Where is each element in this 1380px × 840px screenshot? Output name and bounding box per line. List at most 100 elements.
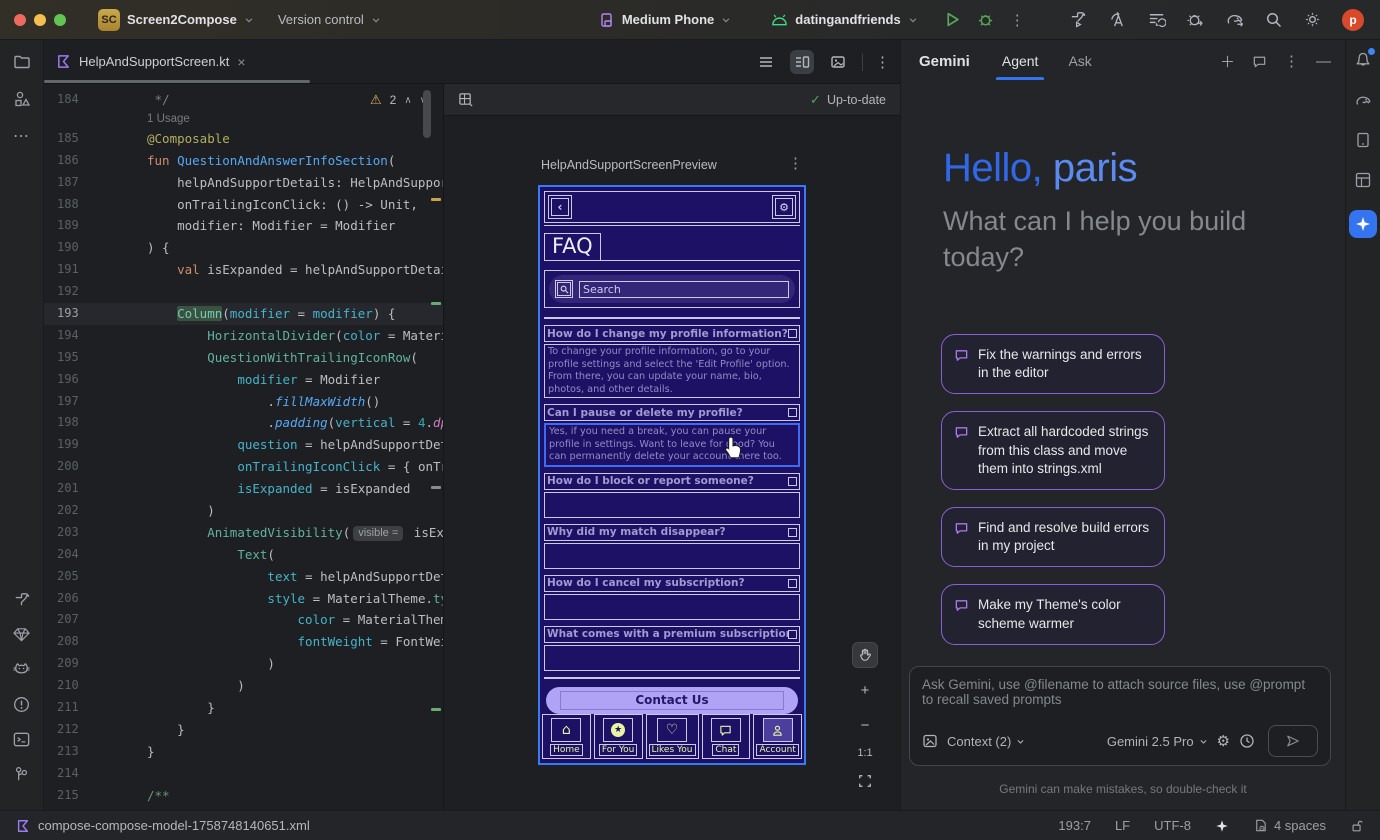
suggestion-card[interactable]: Find and resolve build errors in my proj… <box>941 507 1165 567</box>
code-line[interactable]: 199 question = helpAndSupportDetail <box>44 434 443 456</box>
close-tab-icon[interactable]: × <box>237 54 245 70</box>
code-line[interactable]: 188 onTrailingIconClick: () -> Unit, <box>44 194 443 216</box>
vcs-widget[interactable]: Version control <box>278 12 381 27</box>
context-selector[interactable]: Context (2) <box>947 734 1025 749</box>
editor-scrollbar[interactable] <box>423 90 431 138</box>
inspection-widget[interactable]: ⚠ 2 ∧ ∨ <box>370 92 427 108</box>
wire-back-button[interactable]: ‹ <box>548 195 572 219</box>
wire-expand-icon[interactable] <box>788 477 797 486</box>
suggestion-card[interactable]: Extract all hardcoded strings from this … <box>941 411 1165 490</box>
code-line[interactable]: 195 QuestionWithTrailingIconRow( <box>44 347 443 369</box>
wire-settings-button[interactable]: ⚙ <box>772 195 796 219</box>
indent-config[interactable]: 4 spaces <box>1253 818 1326 833</box>
wire-nav-item-chat[interactable]: Chat <box>702 714 751 759</box>
todo-list-icon[interactable] <box>1147 10 1166 29</box>
code-line[interactable]: 190) { <box>44 237 443 259</box>
device-selector[interactable]: Medium Phone <box>599 12 731 28</box>
code-line[interactable]: 200 onTrailingIconClick = { onTrail <box>44 456 443 478</box>
preview-phone-frame[interactable]: ‹ ⚙ FAQ Search How do I change my profil… <box>538 185 806 765</box>
wire-faq-question[interactable]: What comes with a premium subscription? <box>544 626 800 643</box>
preview-grid-icon[interactable] <box>458 92 473 107</box>
code-line[interactable]: 211 } <box>44 697 443 719</box>
wire-contact-button[interactable]: Contact Us <box>546 687 798 714</box>
tabstrip-scrollbar[interactable] <box>44 80 310 83</box>
close-window-icon[interactable] <box>14 14 26 26</box>
wire-faq-question[interactable]: How do I block or report someone? <box>544 473 800 490</box>
wire-search-bar[interactable]: Search <box>549 275 795 303</box>
chat-history-icon[interactable] <box>1252 54 1267 69</box>
vcs-stripe-mark[interactable] <box>431 302 441 305</box>
caret-position[interactable]: 193:7 <box>1058 818 1091 833</box>
code-line[interactable]: 186fun QuestionAndAnswerInfoSection( <box>44 150 443 172</box>
code-line[interactable]: 203 AnimatedVisibility(visible = isExpan… <box>44 522 443 544</box>
wire-nav-item-likes-you[interactable]: ♡Likes You <box>646 714 699 759</box>
wire-faq-answer[interactable] <box>544 492 800 518</box>
wire-faq-answer[interactable]: To change your profile information, go t… <box>544 344 800 398</box>
status-file-name[interactable]: compose-compose-model-1758748140651.xml <box>38 818 310 833</box>
design-view-icon[interactable] <box>826 50 850 74</box>
wire-faq-question[interactable]: How do I change my profile information? <box>544 325 800 342</box>
tab-helpandsupportscreen[interactable]: HelpAndSupportScreen.kt × <box>44 40 258 83</box>
code-line[interactable]: 197 .fillMaxWidth() <box>44 391 443 413</box>
wire-faq-question[interactable]: Why did my match disappear? <box>544 524 800 541</box>
code-line[interactable]: 208 fontWeight = FontWeight <box>44 631 443 653</box>
attach-image-icon[interactable] <box>922 733 938 749</box>
vcs-stripe-mark[interactable] <box>431 708 441 711</box>
warning-stripe-mark[interactable] <box>431 198 441 201</box>
code-line[interactable]: 202 ) <box>44 500 443 522</box>
sparkle-icon[interactable] <box>1215 819 1229 833</box>
info-stripe-mark[interactable] <box>431 486 441 489</box>
build-run-icon[interactable] <box>1069 10 1088 29</box>
gemini-prompt-input[interactable] <box>922 677 1318 725</box>
user-avatar[interactable]: p <box>1342 9 1364 31</box>
more-horizontal-icon[interactable]: ⋯ <box>12 126 32 146</box>
code-line[interactable]: 196 modifier = Modifier <box>44 369 443 391</box>
editor-more-icon[interactable]: ⋮ <box>875 53 890 71</box>
zoom-out-icon[interactable]: − <box>852 712 878 738</box>
debug-icon[interactable] <box>977 11 994 28</box>
code-line[interactable]: 201 isExpanded = isExpanded <box>44 478 443 500</box>
resource-gem-icon[interactable] <box>12 624 32 644</box>
wire-faq-answer[interactable] <box>544 594 800 620</box>
run-icon[interactable] <box>944 11 961 28</box>
wire-expand-icon[interactable] <box>788 630 797 639</box>
code-line[interactable]: 214 <box>44 763 443 785</box>
notifications-bell-icon[interactable] <box>1353 50 1373 70</box>
settings-icon[interactable] <box>1303 10 1322 29</box>
gemini-input-box[interactable]: Context (2) Gemini 2.5 Pro ⚙ <box>909 666 1331 766</box>
suggestion-card[interactable]: Fix the warnings and errors in the edito… <box>941 334 1165 394</box>
run-config-selector[interactable]: datingandfriends <box>771 12 917 27</box>
pan-hand-icon[interactable] <box>852 642 878 668</box>
wire-expand-icon[interactable] <box>788 329 797 338</box>
build-hammer-icon[interactable] <box>12 589 32 609</box>
code-line[interactable]: 187 helpAndSupportDetails: HelpAndSuppor… <box>44 172 443 194</box>
layout-inspector-icon[interactable] <box>1353 170 1373 190</box>
code-line[interactable]: 209 ) <box>44 653 443 675</box>
wire-expand-icon[interactable] <box>788 579 797 588</box>
suggestion-card[interactable]: Make my Theme's color scheme warmer <box>941 584 1165 644</box>
code-view-icon[interactable] <box>754 50 778 74</box>
line-ending[interactable]: LF <box>1115 818 1130 833</box>
code-editor[interactable]: 184 */1 Usage185@Composable186fun Questi… <box>44 84 443 810</box>
profiler-icon[interactable] <box>1186 10 1205 29</box>
code-line[interactable]: 207 color = MaterialTheme. <box>44 609 443 631</box>
code-line[interactable]: 204 Text( <box>44 544 443 566</box>
structure-shapes-icon[interactable] <box>12 89 32 109</box>
device-manager-icon[interactable] <box>1353 130 1373 150</box>
zoom-level-label[interactable]: 1:1 <box>857 747 872 759</box>
macos-traffic-lights[interactable] <box>14 14 66 26</box>
file-encoding[interactable]: UTF-8 <box>1154 818 1191 833</box>
wire-faq-answer[interactable] <box>544 543 800 569</box>
split-view-icon[interactable] <box>790 50 814 74</box>
wire-nav-item-home[interactable]: ⌂Home <box>542 714 591 759</box>
wire-expand-icon[interactable] <box>788 528 797 537</box>
code-line[interactable]: 206 style = MaterialTheme.typog <box>44 588 443 610</box>
more-vertical-icon[interactable]: ⋮ <box>1284 52 1299 70</box>
new-chat-icon[interactable]: ＋ <box>1220 51 1235 72</box>
code-line[interactable]: 210 ) <box>44 675 443 697</box>
tab-agent[interactable]: Agent <box>1000 42 1041 80</box>
wire-expand-icon[interactable] <box>788 408 797 417</box>
project-selector[interactable]: SC Screen2Compose <box>98 9 254 31</box>
wire-faq-question[interactable]: Can I pause or delete my profile? <box>544 404 800 421</box>
model-selector[interactable]: Gemini 2.5 Pro <box>1107 734 1208 749</box>
